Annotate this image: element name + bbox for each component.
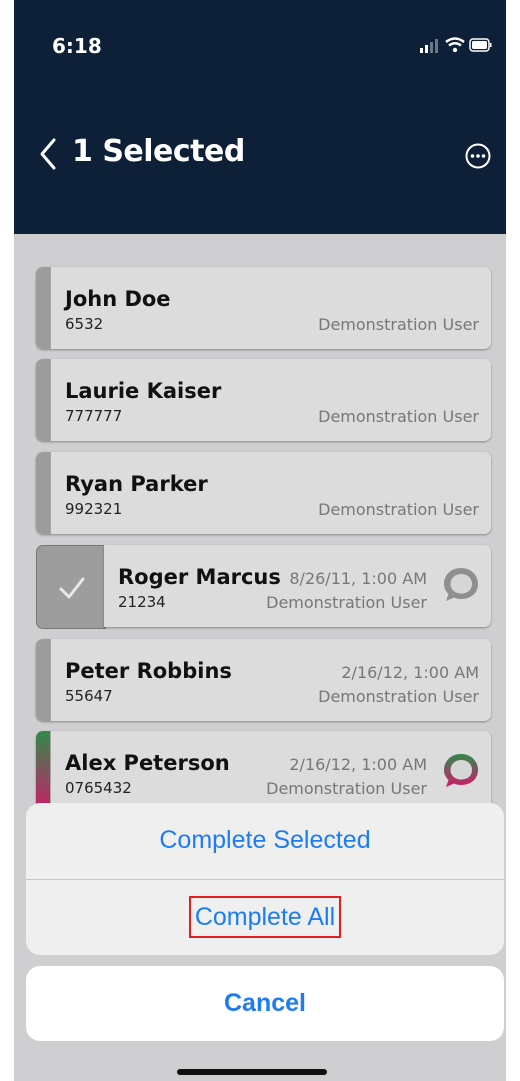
item-number: 0765432 (65, 779, 132, 797)
item-name: Ryan Parker (65, 472, 208, 496)
item-name: Peter Robbins (65, 659, 232, 683)
item-user: Demonstration User (318, 687, 479, 706)
navigation-bar: 6:18 1 Selected (14, 0, 506, 234)
status-strip (36, 359, 50, 441)
item-content: Ryan Parker 992321 Demonstration User (50, 452, 491, 534)
cellular-signal-icon (420, 39, 438, 53)
item-user: Demonstration User (266, 593, 427, 612)
item-number: 6532 (65, 315, 104, 333)
chat-bubble-icon[interactable] (441, 751, 481, 791)
item-number: 55647 (65, 687, 113, 705)
battery-icon (469, 38, 492, 52)
list-item[interactable]: Ryan Parker 992321 Demonstration User (36, 452, 491, 534)
selection-checkbox[interactable] (36, 545, 106, 629)
back-chevron-icon[interactable] (36, 136, 66, 172)
item-user: Demonstration User (318, 500, 479, 519)
item-name: John Doe (65, 287, 171, 311)
list-item[interactable]: Peter Robbins 55647 2/16/12, 1:00 AM Dem… (36, 639, 491, 721)
status-strip (36, 452, 50, 534)
status-strip (36, 267, 50, 349)
complete-all-button[interactable]: Complete All (26, 880, 504, 955)
list-item[interactable]: Laurie Kaiser 777777 Demonstration User (36, 359, 491, 441)
item-number: 992321 (65, 500, 123, 518)
item-number: 777777 (65, 407, 123, 425)
item-content: Alex Peterson 0765432 2/16/12, 1:00 AM D… (50, 731, 491, 813)
status-time: 6:18 (52, 34, 102, 58)
complete-selected-button[interactable]: Complete Selected (26, 803, 504, 878)
cancel-button[interactable]: Cancel (26, 966, 504, 1041)
more-options-icon[interactable] (464, 142, 492, 170)
item-name: Alex Peterson (65, 751, 230, 775)
item-date: 2/16/12, 1:00 AM (289, 755, 427, 774)
item-user: Demonstration User (318, 407, 479, 426)
page-title: 1 Selected (72, 134, 245, 169)
item-content: Peter Robbins 55647 2/16/12, 1:00 AM Dem… (50, 639, 491, 721)
status-strip (36, 731, 50, 813)
phone-screen: 6:18 1 Selected John Doe 6532 Demonstrat… (14, 0, 506, 1081)
action-sheet: Complete Selected Complete All (26, 803, 504, 955)
list-item-selected[interactable]: Roger Marcus 21234 8/26/11, 1:00 AM Demo… (104, 545, 491, 627)
item-date: 8/26/11, 1:00 AM (289, 569, 427, 588)
item-number: 21234 (118, 593, 166, 611)
item-name: Roger Marcus (118, 565, 281, 589)
item-content: Roger Marcus 21234 8/26/11, 1:00 AM Demo… (104, 545, 491, 627)
status-strip (36, 639, 50, 721)
item-user: Demonstration User (318, 315, 479, 334)
item-content: John Doe 6532 Demonstration User (50, 267, 491, 349)
complete-all-label: Complete All (188, 896, 342, 938)
wifi-icon (445, 37, 465, 53)
list-item[interactable]: John Doe 6532 Demonstration User (36, 267, 491, 349)
checkmark-icon (59, 577, 85, 599)
chat-bubble-icon[interactable] (441, 565, 481, 605)
item-user: Demonstration User (266, 779, 427, 798)
home-indicator (177, 1069, 327, 1075)
list-item[interactable]: Alex Peterson 0765432 2/16/12, 1:00 AM D… (36, 731, 491, 813)
item-date: 2/16/12, 1:00 AM (341, 663, 479, 682)
item-name: Laurie Kaiser (65, 379, 222, 403)
status-icons (420, 37, 492, 53)
item-content: Laurie Kaiser 777777 Demonstration User (50, 359, 491, 441)
